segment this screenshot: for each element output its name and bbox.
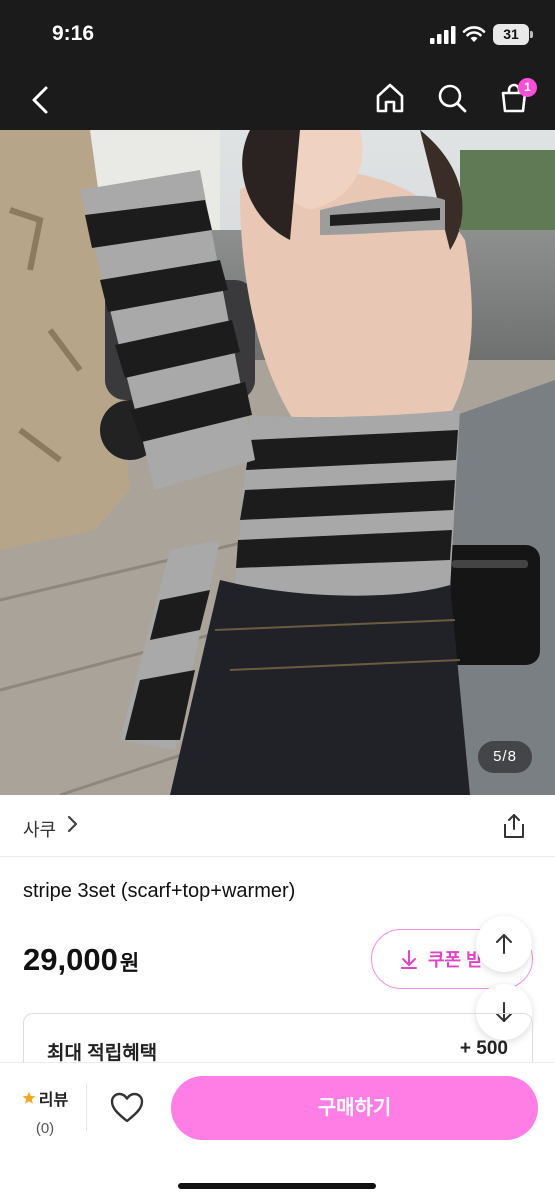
home-button[interactable] (372, 80, 408, 116)
arrow-up-icon (496, 934, 512, 954)
scroll-up-button[interactable] (476, 916, 532, 972)
review-label: 리뷰 (38, 1092, 69, 1109)
cart-count-badge: 1 (518, 78, 537, 97)
top-bar: 9:16 31 (0, 0, 555, 130)
benefit-value: + 500 (459, 1038, 508, 1059)
review-count: (0) (35, 1120, 55, 1137)
header-nav (0, 70, 555, 130)
image-counter: 5/8 (478, 741, 532, 773)
product-price: 29,000원 (23, 942, 139, 978)
home-indicator (178, 1183, 376, 1189)
divider (86, 1083, 87, 1131)
home-icon (376, 83, 404, 113)
download-icon (400, 949, 418, 969)
back-button[interactable] (22, 82, 58, 118)
share-icon[interactable] (500, 812, 528, 840)
cellular-signal-icon (430, 26, 456, 44)
product-photo-illustration (0, 130, 555, 795)
bottom-action-bar: 리뷰 (0) 구매하기 (0, 1062, 555, 1200)
coupon-label: 쿠폰 받 (428, 950, 483, 970)
status-time: 9:16 (52, 22, 95, 45)
wifi-icon (462, 26, 486, 42)
review-header: 리뷰 (16, 1086, 74, 1110)
price-value: 29,000 (23, 942, 118, 977)
product-title: stripe 3set (scarf+top+warmer) (23, 880, 296, 902)
benefit-label: 최대 적립혜택 (47, 1043, 158, 1064)
back-icon (32, 86, 48, 114)
currency-label: 원 (119, 952, 140, 975)
search-icon (438, 84, 467, 113)
review-summary[interactable]: 리뷰 (0) (16, 1086, 74, 1137)
status-bar: 9:16 31 (0, 0, 555, 70)
chevron-right-icon[interactable] (64, 814, 82, 834)
product-image[interactable] (0, 130, 555, 795)
buy-button[interactable]: 구매하기 (171, 1076, 538, 1140)
search-button[interactable] (434, 80, 470, 116)
battery-indicator: 31 (493, 24, 533, 45)
seller-row: 사쿠 (0, 795, 555, 857)
star-icon (22, 1091, 36, 1104)
seller-name[interactable]: 사쿠 (23, 816, 56, 842)
heart-icon[interactable] (109, 1090, 145, 1126)
